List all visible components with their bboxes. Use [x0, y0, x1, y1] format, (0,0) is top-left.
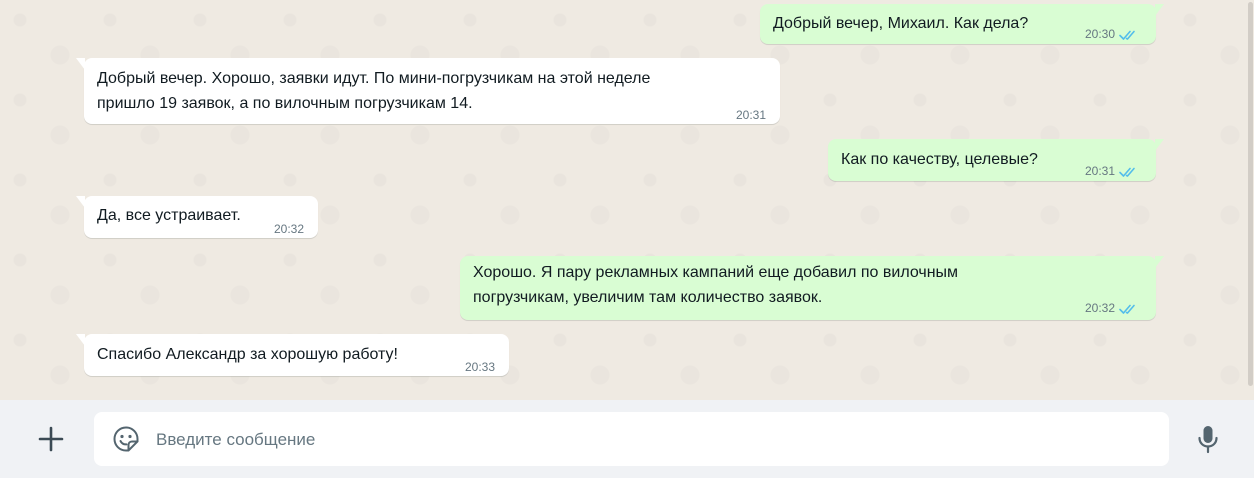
message-meta: 20:30 — [1085, 22, 1139, 47]
attach-button[interactable] — [34, 422, 68, 456]
message-input-box[interactable] — [94, 412, 1169, 466]
message-time: 20:33 — [465, 360, 496, 374]
plus-icon — [38, 426, 64, 452]
message-text: Добрый вечер, Михаил. Как дела? — [773, 15, 1029, 32]
message-time: 20:31 — [736, 108, 767, 122]
voice-message-button[interactable] — [1194, 424, 1222, 456]
message-meta: 20:32 — [1085, 296, 1139, 321]
chat-scrollbar[interactable] — [1246, 0, 1254, 400]
message-time: 20:30 — [1085, 27, 1116, 41]
sticker-smiley-icon — [113, 426, 139, 452]
message-text: Спасибо Александр за хорошую работу! — [97, 346, 398, 363]
message-time: 20:31 — [1085, 164, 1116, 178]
double-check-icon — [1119, 304, 1135, 314]
message-composer — [0, 400, 1254, 478]
double-check-icon — [1119, 30, 1135, 40]
scrollbar-thumb[interactable] — [1248, 2, 1253, 386]
message-text: Да, все устраивает. — [97, 207, 241, 224]
double-check-icon — [1119, 167, 1135, 177]
chat-panel: Добрый вечер, Михаил. Как дела? 20:30 До… — [0, 0, 1254, 400]
message-incoming[interactable]: Добрый вечер. Хорошо, заявки идут. По ми… — [76, 58, 780, 124]
microphone-icon — [1198, 426, 1218, 454]
message-text: Как по качеству, целевые? — [841, 151, 1038, 168]
message-meta: 20:33 — [465, 355, 495, 380]
message-outgoing[interactable]: Как по качеству, целевые? 20:31 — [828, 139, 1164, 184]
message-incoming[interactable]: Спасибо Александр за хорошую работу! 20:… — [76, 334, 509, 376]
message-outgoing[interactable]: Хорошо. Я пару рекламных кампаний еще до… — [460, 256, 1164, 321]
message-outgoing[interactable]: Добрый вечер, Михаил. Как дела? 20:30 — [760, 4, 1164, 47]
message-meta: 20:31 — [1085, 159, 1139, 184]
message-time: 20:32 — [1085, 301, 1116, 315]
emoji-button[interactable] — [112, 425, 140, 453]
message-incoming[interactable]: Да, все устраивает. 20:32 — [76, 196, 318, 238]
message-text: Хорошо. Я пару рекламных кампаний еще до… — [473, 264, 959, 306]
message-meta: 20:31 — [736, 103, 766, 128]
message-meta: 20:32 — [274, 217, 304, 242]
message-input[interactable] — [154, 420, 1158, 460]
message-time: 20:32 — [274, 222, 305, 236]
message-text: Добрый вечер. Хорошо, заявки идут. По ми… — [97, 70, 651, 112]
